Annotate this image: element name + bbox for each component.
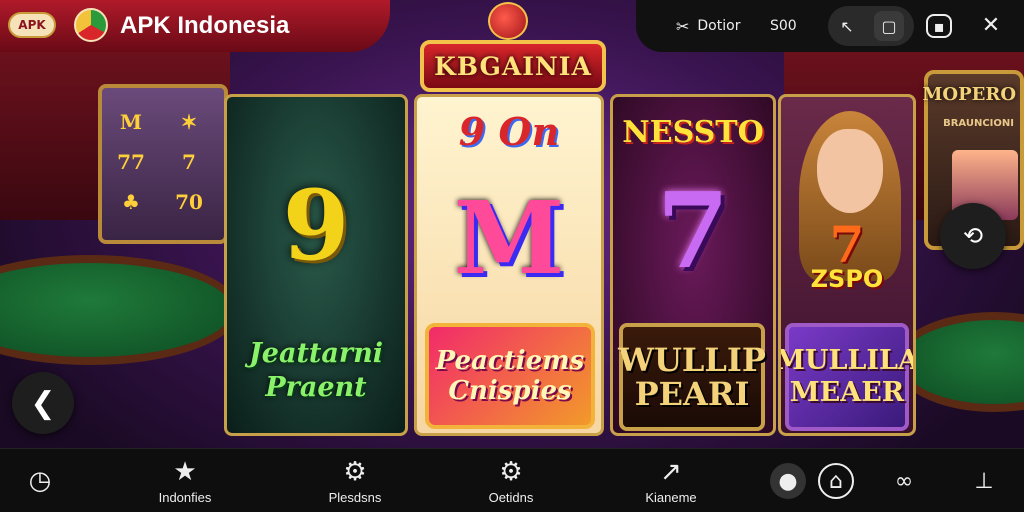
reel-label: WULLIP PEARI <box>618 323 766 431</box>
bg-slot-cell: ♣ <box>122 190 140 214</box>
bg-slot-cell: 77 <box>117 150 145 174</box>
link-icon[interactable]: ∞ <box>886 463 922 499</box>
reel-1[interactable]: 9 Jeattarni Praent <box>224 94 408 436</box>
background-slot-machine: M ✶ 77 7 ♣ 70 <box>98 84 228 244</box>
reel-top-text: NESSTO <box>622 115 764 150</box>
brand-logo-icon <box>74 8 108 42</box>
nav-label: Indonfies <box>158 489 212 505</box>
nav-item-indonfies[interactable]: ★ Indonfies <box>140 449 230 512</box>
bottom-navigation: ◷ ★ Indonfies ⚙ Plesdsns ⚙ Oetidns ↗ Kia… <box>0 448 1024 512</box>
reel-top-text: 9 On <box>458 109 560 154</box>
banner-title: KBGAINIA <box>434 51 592 81</box>
reel-label: Jeattarni Praent <box>249 338 383 403</box>
profile-status[interactable]: ✂ Dotior <box>676 0 740 52</box>
reel-symbol-nine: 9 <box>282 169 350 282</box>
screen-icon[interactable]: ▪ <box>926 14 952 38</box>
poker-table-left <box>0 255 240 365</box>
copy-icon[interactable]: ▢ <box>874 11 904 41</box>
slot-reels: 9 Jeattarni Praent 9 On M Peactiems Cnis… <box>224 94 916 436</box>
bg-slot-cell: ✶ <box>180 110 198 134</box>
star-icon: ★ <box>173 456 197 487</box>
nav-label: Kianeme <box>645 489 697 505</box>
joystick-icon[interactable]: ⊥ <box>966 463 1002 499</box>
nav-item-plesdsns[interactable]: ⚙ Plesdsns <box>310 449 400 512</box>
back-button[interactable]: ❮ <box>12 372 74 434</box>
nav-item-oetidns[interactable]: ⚙ Oetidns <box>466 449 556 512</box>
bg-slot-cell: 7 <box>182 150 196 174</box>
apple-icon[interactable]: ● <box>770 463 806 499</box>
apk-logo-badge[interactable]: APK <box>8 12 56 38</box>
bg-slot-cell: 70 <box>175 190 203 214</box>
rotate-icon: ⟲ <box>962 222 984 250</box>
game-lobby-screen: M ✶ 77 7 ♣ 70 MOPERO BRAUNCIONI APK APK … <box>0 0 1024 512</box>
portrait-face <box>817 129 883 213</box>
background-machine-subtitle: BRAUNCIONI <box>943 118 1014 129</box>
cursor-icon[interactable]: ↖ <box>832 11 862 41</box>
home-icon[interactable]: ⌂ <box>818 463 854 499</box>
balance-value: S00 <box>770 18 797 34</box>
header-toolbar: ✂ Dotior S00 ↖ ▢ ▪ ✕ <box>636 0 1024 52</box>
reel-label: MULLILA MEAER <box>781 323 913 431</box>
nav-item-kianeme[interactable]: ↗ Kianeme <box>626 449 716 512</box>
reel-label: Peactiems Cnispies <box>425 323 595 429</box>
nav-label: Plesdsns <box>328 489 382 505</box>
chart-icon: ↗ <box>660 456 682 487</box>
tools-icon: ✂ <box>676 16 690 36</box>
reel-symbol-m: M <box>453 179 565 297</box>
apple-crown-icon <box>488 2 528 40</box>
chevron-left-icon: ❮ <box>30 385 56 421</box>
reel-symbol-seven: 7 <box>656 169 730 292</box>
close-icon[interactable]: ✕ <box>976 10 1006 40</box>
reel-2[interactable]: 9 On M Peactiems Cnispies <box>414 94 604 436</box>
background-machine-title: MOPERO <box>922 84 1017 105</box>
nav-label: Oetidns <box>488 489 534 505</box>
side-action-button[interactable]: ⟲ <box>940 203 1006 269</box>
bg-slot-cell: M <box>119 110 143 134</box>
quick-actions-pill: ↖ ▢ <box>828 6 914 46</box>
reel-4[interactable]: 7 ZSPO MULLILA MEAER <box>778 94 916 436</box>
reel-sublabel: ZSPO <box>810 265 884 293</box>
status-label: Dotior <box>697 18 741 34</box>
header-brand-bar: APK APK Indonesia <box>0 0 390 52</box>
game-title-banner: KBGAINIA <box>420 40 606 92</box>
reel-3[interactable]: NESSTO 7 WULLIP PEARI <box>610 94 776 436</box>
timer-icon: ◷ <box>28 466 52 496</box>
gear-icon: ⚙ <box>499 456 523 487</box>
nav-item-timer[interactable]: ◷ <box>20 449 60 512</box>
app-title: APK Indonesia <box>120 12 290 39</box>
gear-icon: ⚙ <box>343 456 367 487</box>
